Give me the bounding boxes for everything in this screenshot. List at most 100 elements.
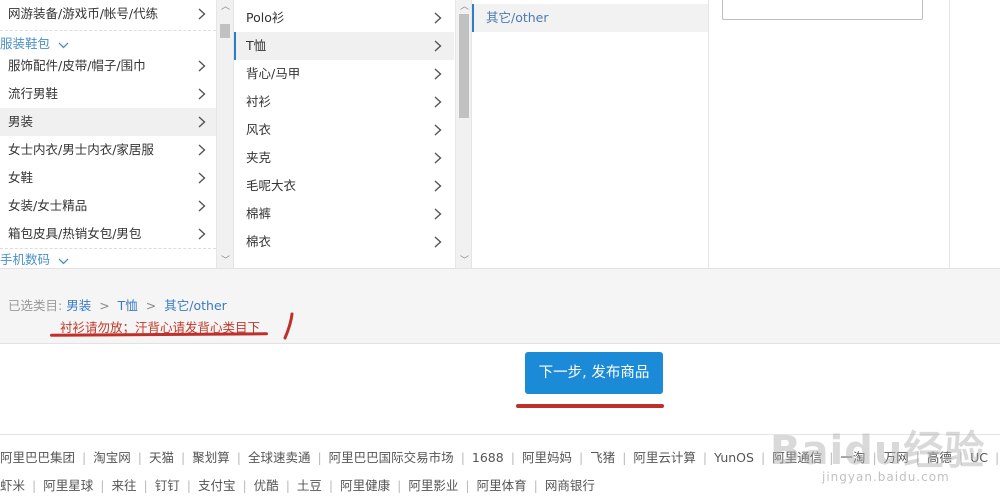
footer-separator: | — [32, 478, 37, 493]
footer-separator: | — [137, 450, 142, 465]
footer-link[interactable]: 阿里影业 — [408, 478, 458, 493]
category-item[interactable]: Polo衫 — [234, 4, 454, 32]
footer-separator: | — [460, 450, 465, 465]
footer-separator: | — [622, 450, 627, 465]
category-item[interactable]: 女装/女士精品 — [0, 192, 216, 220]
footer-link[interactable]: 高德 — [927, 450, 952, 465]
group-header-label: 服装鞋包 — [0, 36, 51, 51]
footer-link[interactable]: 阿里星球 — [43, 478, 93, 493]
footer-link[interactable]: 网商银行 — [545, 478, 595, 493]
footer-separator: | — [995, 450, 1000, 465]
category-item[interactable]: 毛呢大衣 — [234, 172, 454, 200]
category-item[interactable]: 夹克 — [234, 144, 454, 172]
footer-link[interactable]: 阿里云计算 — [633, 450, 696, 465]
category-column-4 — [708, 0, 950, 268]
category-item-label: 棉裤 — [246, 206, 272, 221]
category-item-label: 夹克 — [246, 150, 272, 165]
category-item[interactable]: 棉衣 — [234, 228, 454, 256]
scroll-up-icon[interactable]: ︿ — [217, 0, 234, 14]
footer-link[interactable]: UC — [970, 450, 988, 465]
category-item[interactable]: 衬衫 — [234, 88, 454, 116]
footer-separator: | — [186, 478, 191, 493]
scrollbar[interactable]: ︿ ﹀ — [455, 0, 472, 268]
category-column-1: 网游装备/游戏币/帐号/代练 服装鞋包 服饰配件/皮带/帽子/围巾 流行男鞋 男… — [0, 0, 233, 268]
footer-link[interactable]: 天猫 — [149, 450, 174, 465]
group-header-label: 手机数码 — [0, 252, 51, 266]
footer-separator: | — [465, 478, 470, 493]
chevron-right-icon — [434, 60, 442, 80]
footer-link[interactable]: 1688 — [472, 450, 504, 465]
footer-link[interactable]: 阿里妈妈 — [522, 450, 572, 465]
category-item-label: 女装/女士精品 — [8, 198, 88, 213]
category-item[interactable]: 箱包皮具/热销女包/男包 — [0, 220, 216, 248]
footer-link[interactable]: 一淘 — [840, 450, 865, 465]
category-item-label: Polo衫 — [246, 10, 285, 25]
category-item[interactable]: 背心/马甲 — [234, 60, 454, 88]
next-publish-button[interactable]: 下一步, 发布商品 — [525, 352, 663, 394]
category-group-header[interactable]: 手机数码 — [0, 248, 216, 266]
category-group-header[interactable]: 服装鞋包 — [0, 30, 216, 52]
category-item[interactable]: 服饰配件/皮带/帽子/围巾 — [0, 52, 216, 80]
footer-link[interactable]: 虾米 — [0, 478, 25, 493]
footer-separator: | — [317, 450, 322, 465]
chevron-right-icon — [434, 200, 442, 220]
footer-separator: | — [236, 450, 241, 465]
annotation-mark — [283, 312, 294, 340]
footer-separator: | — [533, 478, 538, 493]
footer-separator: | — [958, 450, 964, 465]
category-item-selected[interactable]: T恤 — [234, 32, 454, 60]
footer-link[interactable]: 阿里巴巴国际交易市场 — [329, 450, 454, 465]
category-item-selected[interactable]: 男装 — [0, 108, 216, 136]
breadcrumb-item[interactable]: 其它/other — [164, 298, 227, 313]
chevron-down-icon — [58, 250, 69, 267]
category-item[interactable]: 流行男鞋 — [0, 80, 216, 108]
category-item-label: 箱包皮具/热销女包/男包 — [8, 226, 142, 241]
chevron-right-icon — [198, 136, 206, 156]
footer-separator: | — [760, 450, 766, 465]
category-item-label: 风衣 — [246, 122, 272, 137]
scrollbar-thumb[interactable] — [220, 24, 230, 38]
chevron-right-icon — [434, 4, 442, 24]
scrollbar-thumb[interactable] — [459, 14, 469, 118]
category-item-label: 网游装备/游戏币/帐号/代练 — [8, 6, 159, 21]
footer-link[interactable]: 土豆 — [297, 478, 322, 493]
category-item-label: 男装 — [8, 114, 34, 129]
footer-link[interactable]: 支付宝 — [198, 478, 236, 493]
footer-link[interactable]: 飞猪 — [590, 450, 615, 465]
category-item-label: 背心/马甲 — [246, 66, 301, 81]
scrollbar[interactable]: ︿ ﹀ — [216, 0, 233, 268]
scroll-down-icon[interactable]: ﹀ — [217, 254, 234, 268]
footer-link[interactable]: 钉钉 — [155, 478, 180, 493]
footer-link[interactable]: 阿里通信 — [772, 450, 822, 465]
category-item-label: 服饰配件/皮带/帽子/围巾 — [8, 58, 146, 73]
footer-link[interactable]: YunOS — [714, 450, 754, 465]
category-item[interactable]: 棉裤 — [234, 200, 454, 228]
breadcrumb-item[interactable]: 男装 — [66, 298, 91, 313]
chevron-right-icon — [434, 144, 442, 164]
footer-link[interactable]: 淘宝网 — [93, 450, 131, 465]
footer-link[interactable]: 阿里巴巴集团 — [0, 450, 75, 465]
category-item[interactable]: 女鞋 — [0, 164, 216, 192]
category-search-box[interactable] — [722, 0, 923, 20]
footer-link[interactable]: 来往 — [111, 478, 136, 493]
chevron-right-icon — [198, 0, 206, 20]
footer-link[interactable]: 万网 — [884, 450, 909, 465]
chevron-right-icon — [198, 192, 206, 212]
footer-link[interactable]: 阿里健康 — [340, 478, 390, 493]
footer-separator: | — [180, 450, 186, 465]
breadcrumb-item[interactable]: T恤 — [118, 298, 138, 313]
category-item-label: 毛呢大衣 — [246, 178, 297, 193]
chevron-right-icon — [434, 32, 442, 52]
footer-link[interactable]: 优酷 — [254, 478, 279, 493]
footer-link[interactable]: 阿里体育 — [477, 478, 527, 493]
chevron-right-icon — [434, 172, 442, 192]
footer-link[interactable]: 全球速卖通 — [248, 450, 311, 465]
category-item[interactable]: 风衣 — [234, 116, 454, 144]
category-item[interactable]: 女士内衣/男士内衣/家居服 — [0, 136, 216, 164]
category-item-selected[interactable]: 其它/other — [472, 4, 708, 32]
footer-link[interactable]: 聚划算 — [192, 450, 230, 465]
category-item-label: 流行男鞋 — [8, 86, 59, 101]
category-item-label: 衬衫 — [246, 94, 272, 109]
category-item[interactable]: 网游装备/游戏币/帐号/代练 — [0, 0, 216, 28]
footer-separator: | — [82, 450, 87, 465]
